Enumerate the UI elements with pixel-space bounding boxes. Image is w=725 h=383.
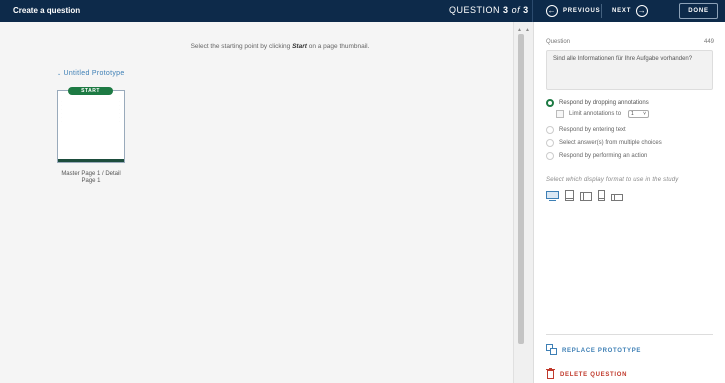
radio-selected-icon[interactable] xyxy=(546,99,554,107)
prototype-title-toggle[interactable]: ⌄ Untitled Prototype xyxy=(57,70,125,77)
previous-button[interactable]: ← PREVIOUS xyxy=(546,4,600,18)
scroll-thumb[interactable] xyxy=(518,34,524,344)
delete-question-label: DELETE QUESTION xyxy=(560,371,628,378)
prototype-title: Untitled Prototype xyxy=(63,70,125,77)
thumbnail-label: Master Page 1 / Detail Page 1 xyxy=(61,171,121,184)
thumbnail-footer-bar xyxy=(58,159,124,162)
question-counter: QUESTION 3 of 3 xyxy=(449,5,529,15)
option-drop-annotations[interactable]: Respond by dropping annotations xyxy=(546,99,649,107)
option-perform-action[interactable]: Respond by performing an action xyxy=(546,152,647,160)
limit-annotations-label: Limit annotations to xyxy=(569,111,622,117)
done-button[interactable]: DONE xyxy=(679,3,718,19)
previous-label: PREVIOUS xyxy=(563,8,601,14)
replace-prototype-button[interactable]: REPLACE PROTOTYPE xyxy=(546,344,641,357)
replace-icon xyxy=(546,344,557,357)
prototype-canvas: Select the starting point by clicking St… xyxy=(0,22,513,383)
start-badge[interactable]: START xyxy=(68,87,113,95)
question-panel: Question 449 Sind alle Informationen für… xyxy=(533,22,725,383)
nav-separator xyxy=(601,4,602,18)
radio-icon[interactable] xyxy=(546,139,554,147)
limit-annotations-row: Limit annotations to 1 ˅ xyxy=(556,110,650,118)
display-format-options xyxy=(546,188,623,206)
limit-annotations-select[interactable]: 1 ˅ xyxy=(628,110,650,118)
chevron-down-icon: ⌄ xyxy=(57,70,62,77)
scroll-up-alt-icon[interactable]: ▲ xyxy=(525,27,530,33)
chevron-down-icon: ˅ xyxy=(643,111,647,117)
header-divider xyxy=(532,0,533,22)
page-title: Create a question xyxy=(13,6,81,15)
next-button[interactable]: NEXT → xyxy=(612,4,649,18)
question-textarea[interactable]: Sind alle Informationen für Ihre Aufgabe… xyxy=(546,50,713,90)
start-instruction: Select the starting point by clicking St… xyxy=(190,43,370,50)
panel-divider xyxy=(546,334,713,335)
option-multiple-choice[interactable]: Select answer(s) from multiple choices xyxy=(546,139,662,147)
option-enter-text[interactable]: Respond by entering text xyxy=(546,126,626,134)
desktop-icon[interactable] xyxy=(546,188,559,206)
trash-icon xyxy=(546,368,555,381)
phone-icon[interactable] xyxy=(598,188,605,206)
character-count: 449 xyxy=(703,39,714,45)
arrow-left-icon: ← xyxy=(546,5,558,17)
radio-icon[interactable] xyxy=(546,126,554,134)
tablet-icon[interactable] xyxy=(565,188,574,206)
radio-icon[interactable] xyxy=(546,152,554,160)
replace-prototype-label: REPLACE PROTOTYPE xyxy=(562,347,642,354)
limit-annotations-checkbox[interactable] xyxy=(556,110,564,118)
next-label: NEXT xyxy=(612,8,632,14)
page-thumbnail[interactable]: · · · · · · · · · · · · xyxy=(57,90,125,163)
top-bar: Create a question QUESTION 3 of 3 ← PREV… xyxy=(0,0,725,22)
canvas-scrollbar[interactable]: ▲ ▲ xyxy=(513,22,533,383)
arrow-right-icon: → xyxy=(636,5,649,17)
phone-landscape-icon[interactable] xyxy=(611,188,623,206)
question-label: Question xyxy=(546,39,571,45)
thumbnail-content-right: · · · · · · xyxy=(119,99,120,123)
tablet-landscape-icon[interactable] xyxy=(580,188,592,206)
thumbnail-content-left: · · · · · · xyxy=(61,99,62,123)
delete-question-button[interactable]: DELETE QUESTION xyxy=(546,368,627,381)
display-format-label: Select which display format to use in th… xyxy=(546,177,679,183)
scroll-up-icon[interactable]: ▲ xyxy=(517,27,522,33)
